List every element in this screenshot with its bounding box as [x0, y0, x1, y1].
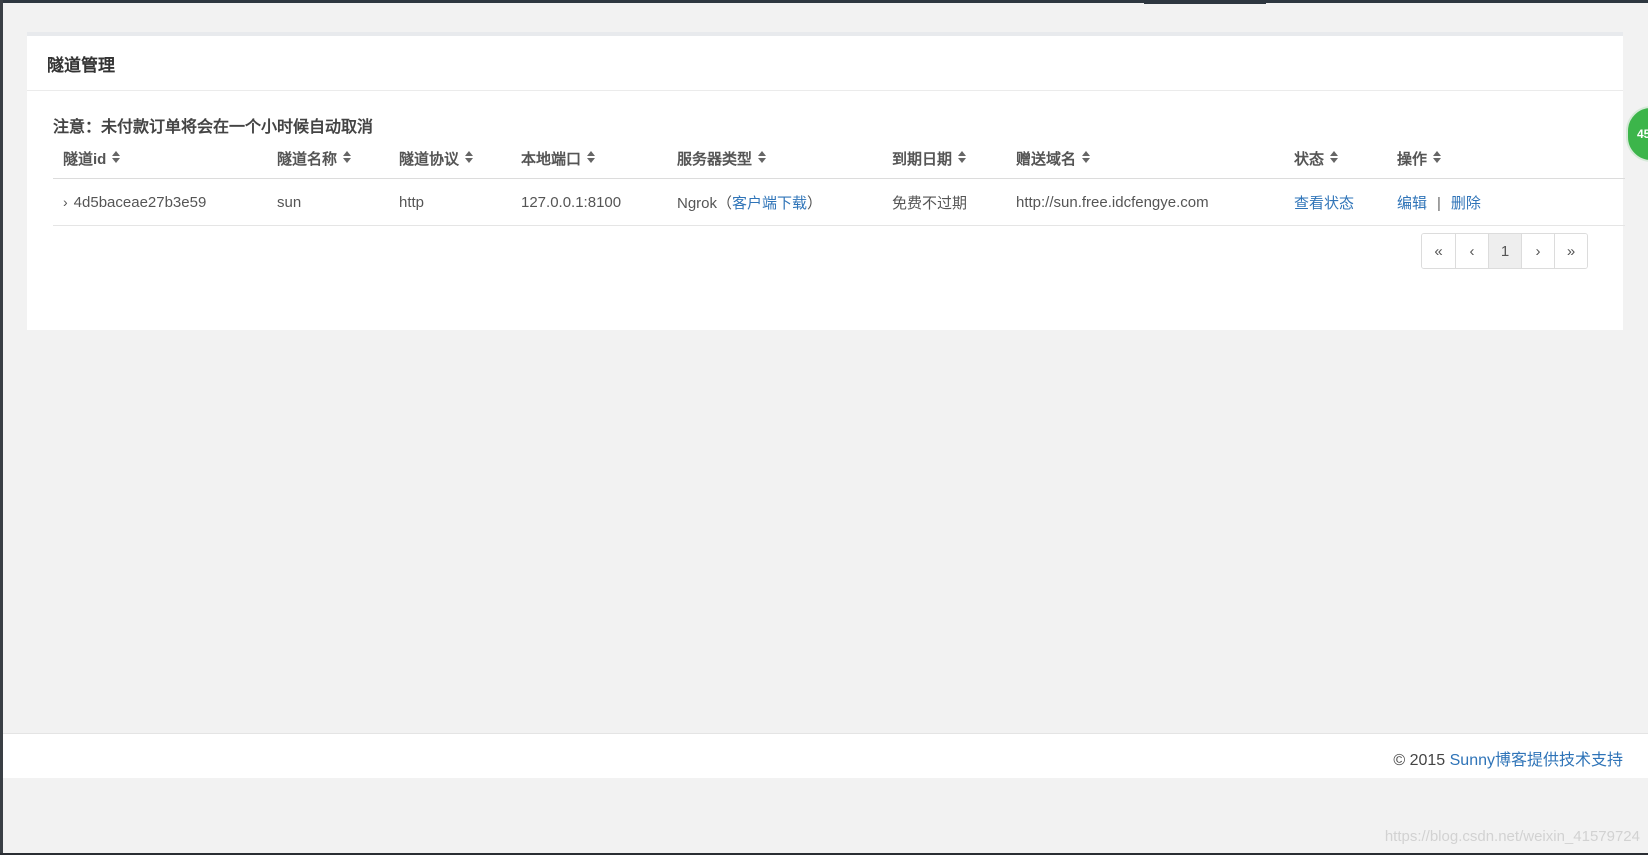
page-1-button[interactable]: 1 [1488, 234, 1521, 268]
tunnel-table: 隧道id 隧道名称 隧道协议 本地端口 服务器类型 到期日期 赠送域名 状态 操… [53, 138, 1625, 226]
last-page-button[interactable]: » [1554, 234, 1587, 268]
column-header-server-type[interactable]: 服务器类型 [667, 138, 882, 179]
chevron-right-icon[interactable]: › [63, 194, 68, 210]
delete-link[interactable]: 删除 [1451, 195, 1481, 212]
column-header-id[interactable]: 隧道id [53, 138, 267, 179]
sort-icon[interactable] [343, 151, 352, 165]
sort-icon[interactable] [112, 151, 121, 165]
view-status-link[interactable]: 查看状态 [1294, 195, 1354, 212]
sort-icon[interactable] [465, 151, 474, 165]
pagination: « ‹ 1 › » [1421, 233, 1588, 269]
unpaid-order-notice: 注意：未付款订单将会在一个小时候自动取消 [53, 119, 374, 136]
sort-icon[interactable] [1330, 151, 1339, 165]
footer: © 2015 Sunny博客提供技术支持 [3, 733, 1648, 778]
column-header-name[interactable]: 隧道名称 [267, 138, 389, 179]
copyright: © 2015 Sunny博客提供技术支持 [1393, 752, 1623, 769]
sort-icon[interactable] [1433, 151, 1442, 165]
action-separator: | [1437, 194, 1441, 212]
edit-link[interactable]: 编辑 [1397, 195, 1427, 212]
cell-actions: 编辑 | 删除 [1387, 178, 1625, 226]
column-header-domain[interactable]: 赠送域名 [1006, 138, 1284, 179]
table-row: › 4d5baceae27b3e59 sun http 127.0.0.1:810… [53, 178, 1625, 226]
column-header-expiry[interactable]: 到期日期 [882, 138, 1006, 179]
top-nav-strip [0, 0, 1648, 4]
column-header-status[interactable]: 状态 [1284, 138, 1387, 179]
column-header-actions[interactable]: 操作 [1387, 138, 1625, 179]
column-header-protocol[interactable]: 隧道协议 [389, 138, 511, 179]
cell-tunnel-name: sun [267, 178, 389, 226]
sort-icon[interactable] [587, 151, 596, 165]
cell-status: 查看状态 [1284, 178, 1387, 226]
cell-tunnel-id: › 4d5baceae27b3e59 [53, 178, 267, 226]
sort-icon[interactable] [958, 151, 967, 165]
sort-icon[interactable] [758, 151, 767, 165]
cell-server-type: Ngrok（客户端下载） [667, 178, 882, 226]
watermark: https://blog.csdn.net/weixin_41579724 [1384, 828, 1640, 845]
tunnel-management-panel: 隧道管理 注意：未付款订单将会在一个小时候自动取消 隧道id 隧道名称 隧道协议… [27, 32, 1625, 330]
floating-counter-badge[interactable]: 45 [1626, 106, 1648, 162]
cell-protocol: http [389, 178, 511, 226]
cell-expiry: 免费不过期 [882, 178, 1006, 226]
active-tab-indicator [1144, 0, 1266, 4]
cell-local-port: 127.0.0.1:8100 [511, 178, 667, 226]
sort-icon[interactable] [1082, 151, 1091, 165]
sidebar-edge [0, 0, 3, 855]
table-header-row: 隧道id 隧道名称 隧道协议 本地端口 服务器类型 到期日期 赠送域名 状态 操… [53, 138, 1625, 179]
column-header-local-port[interactable]: 本地端口 [511, 138, 667, 179]
next-page-button[interactable]: › [1521, 234, 1554, 268]
client-download-link[interactable]: 客户端下载 [732, 195, 807, 212]
panel-title: 隧道管理 [27, 36, 1623, 91]
first-page-button[interactable]: « [1422, 234, 1455, 268]
footer-support-link[interactable]: Sunny博客提供技术支持 [1450, 752, 1623, 769]
prev-page-button[interactable]: ‹ [1455, 234, 1488, 268]
cell-domain: http://sun.free.idcfengye.com [1006, 178, 1284, 226]
